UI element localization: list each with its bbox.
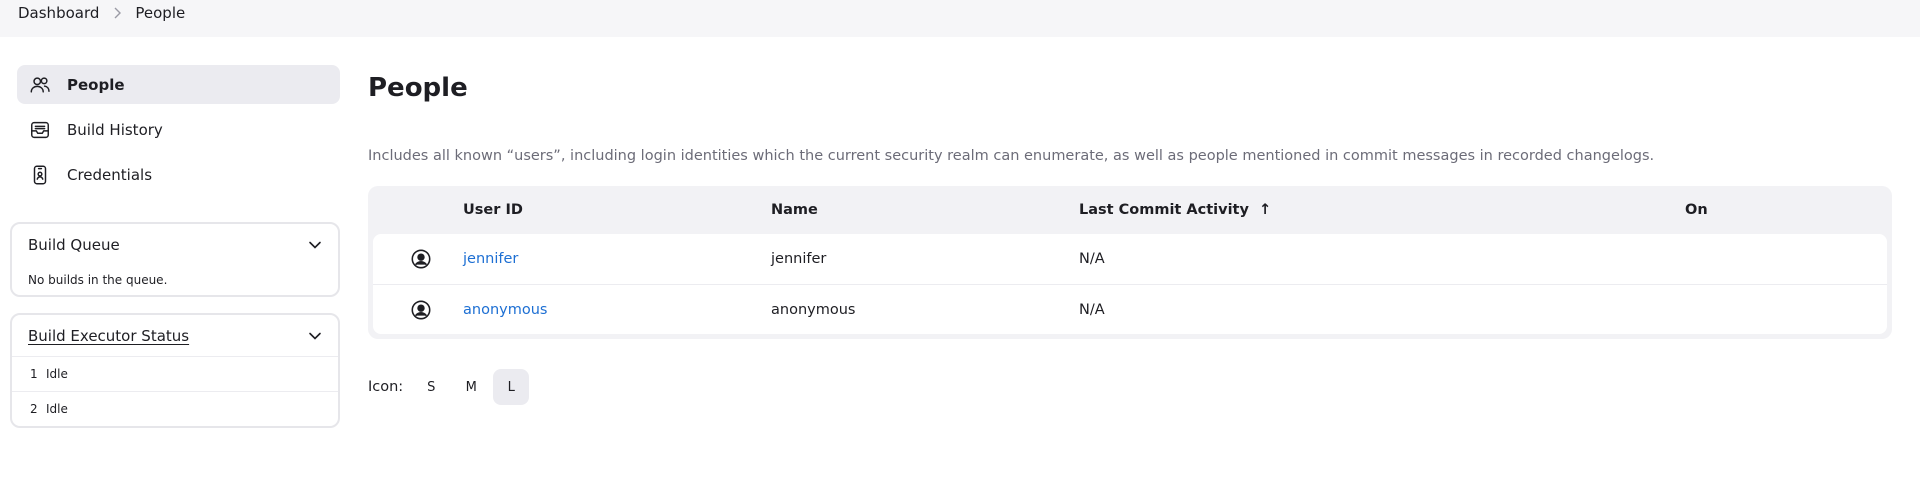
table-header-row: User ID Name Last Commit Activity ↑ On (373, 186, 1887, 234)
sidebar-item-label: People (67, 75, 125, 94)
user-avatar-icon (373, 299, 463, 321)
header-on[interactable]: On (1685, 202, 1887, 218)
executor-status-header: Build Executor Status (12, 315, 338, 356)
sidebar: People Build History Credentials Build Q… (0, 37, 340, 428)
icon-size-small-button[interactable]: S (413, 369, 449, 405)
sidebar-item-label: Build History (67, 120, 163, 139)
icon-size-large-button[interactable]: L (493, 369, 530, 405)
build-queue-title: Build Queue (28, 235, 120, 254)
sidebar-item-people[interactable]: People (17, 65, 340, 104)
last-commit: N/A (1079, 251, 1105, 267)
executor-row: 2 Idle (12, 391, 338, 426)
last-commit: N/A (1079, 301, 1105, 318)
icon-size-label: Icon: (368, 379, 404, 395)
table-body: jennifer jennifer N/A anonymous anonymou… (373, 234, 1887, 334)
executor-status-link[interactable]: Build Executor Status (28, 327, 189, 345)
inbox-icon (29, 119, 51, 141)
page-title: People (368, 73, 468, 103)
sidebar-item-credentials[interactable]: Credentials (17, 155, 340, 194)
header-name[interactable]: Name (771, 202, 1079, 218)
chevron-right-icon (99, 4, 135, 22)
build-queue-header[interactable]: Build Queue (12, 224, 338, 265)
build-queue-widget: Build Queue No builds in the queue. (10, 222, 340, 297)
chevron-down-icon[interactable] (308, 329, 322, 343)
executor-status: Idle (46, 367, 68, 381)
user-id-link[interactable]: jennifer (463, 251, 518, 267)
executor-status-widget: Build Executor Status 1 Idle 2 Idle (10, 313, 340, 428)
page-description: Includes all known “users”, including lo… (368, 148, 1655, 164)
user-name: anonymous (771, 301, 856, 318)
build-queue-empty-text: No builds in the queue. (28, 273, 168, 287)
executor-number: 2 (30, 402, 38, 416)
sidebar-item-build-history[interactable]: Build History (17, 110, 340, 149)
breadcrumb: Dashboard People (0, 0, 1920, 37)
table-row: anonymous anonymous N/A (373, 284, 1887, 334)
table-row: jennifer jennifer N/A (373, 234, 1887, 284)
icon-size-selector: Icon: S M L (368, 369, 1892, 405)
sidebar-item-label: Credentials (67, 165, 153, 184)
breadcrumb-current: People (135, 4, 186, 22)
main-content: People Includes all known “users”, inclu… (340, 37, 1920, 428)
executor-row: 1 Idle (12, 356, 338, 391)
header-user-id[interactable]: User ID (463, 202, 771, 218)
chevron-down-icon[interactable] (308, 238, 322, 252)
user-avatar-icon (373, 248, 463, 270)
header-last-commit[interactable]: Last Commit Activity ↑ (1079, 202, 1685, 218)
phone-id-icon (29, 164, 51, 186)
user-id-link[interactable]: anonymous (463, 302, 547, 318)
header-last-commit-label: Last Commit Activity (1079, 202, 1249, 218)
breadcrumb-dashboard-link[interactable]: Dashboard (18, 4, 99, 22)
executor-number: 1 (30, 367, 38, 381)
executor-status: Idle (46, 402, 68, 416)
people-icon (29, 74, 51, 96)
icon-size-medium-button[interactable]: M (453, 369, 489, 405)
people-table: User ID Name Last Commit Activity ↑ On j… (368, 186, 1892, 339)
sort-ascending-icon: ↑ (1258, 202, 1272, 218)
user-name: jennifer (771, 251, 827, 267)
